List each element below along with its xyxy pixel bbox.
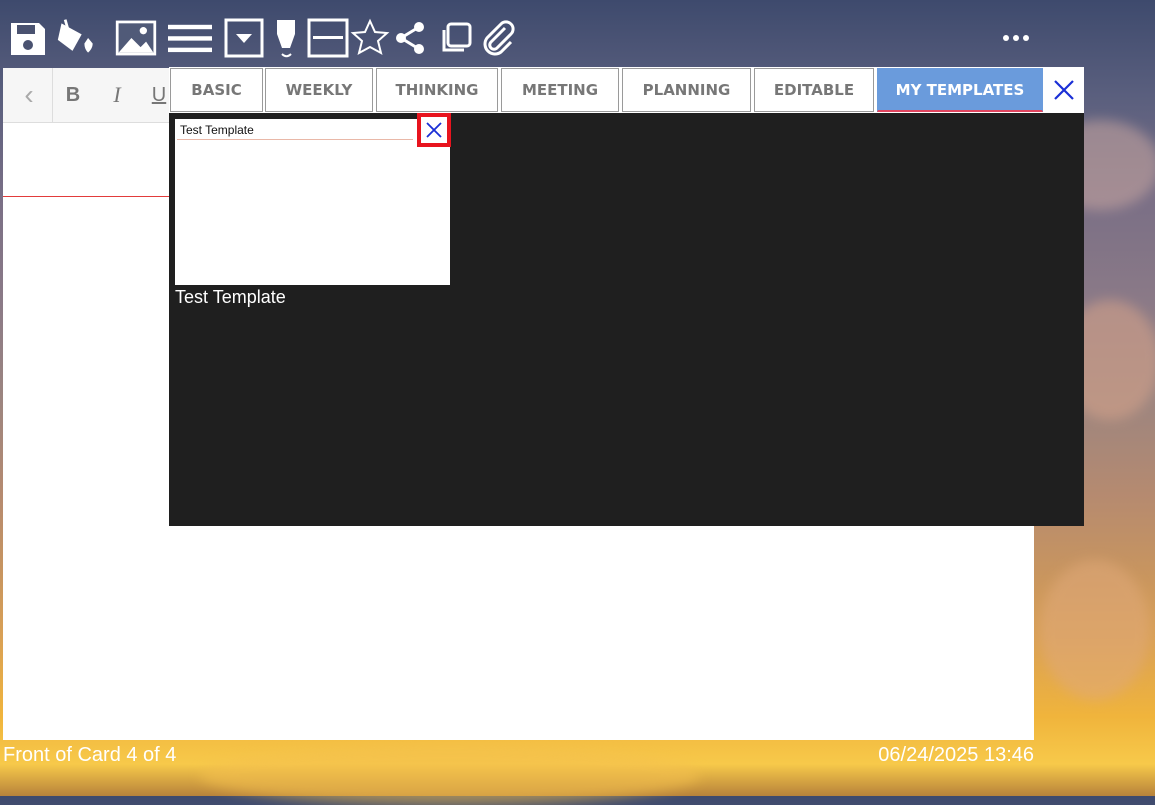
title-underline [3,196,171,197]
background-cloud [200,745,700,805]
template-thumbnail-title: Test Template [180,123,254,137]
timestamp-label: 06/24/2025 13:46 [878,744,1034,766]
copy-icon[interactable] [434,14,478,62]
image-icon[interactable] [114,14,158,62]
delete-template-button[interactable] [417,113,451,147]
template-tabs: BASIC WEEKLY THINKING MEETING PLANNING E… [169,67,1084,113]
templates-panel: BASIC WEEKLY THINKING MEETING PLANNING E… [169,67,1084,526]
back-button[interactable]: ‹ [15,79,43,110]
share-icon[interactable] [388,14,432,62]
lines-icon[interactable] [168,14,212,62]
highlighter-icon[interactable] [264,14,308,62]
horizontal-rule-icon[interactable] [306,14,350,62]
tab-meeting[interactable]: MEETING [501,68,619,112]
tab-basic[interactable]: BASIC [170,68,263,112]
close-icon [426,122,442,138]
bold-button[interactable]: B [59,80,87,110]
tab-editable[interactable]: EDITABLE [754,68,874,112]
tab-my-templates[interactable]: MY TEMPLATES [877,68,1043,112]
tab-planning[interactable]: PLANNING [622,68,751,112]
divider [52,68,53,122]
template-thumbnail-rule [177,139,413,140]
top-toolbar [0,0,1155,66]
template-thumbnail[interactable]: Test Template [175,113,451,285]
paint-bucket-icon[interactable] [56,14,100,62]
tab-thinking[interactable]: THINKING [376,68,498,112]
dropdown-icon[interactable] [222,14,266,62]
tab-weekly[interactable]: WEEKLY [265,68,373,112]
card-position-label: Front of Card 4 of 4 [3,744,177,766]
more-icon[interactable] [994,14,1038,62]
close-icon [1054,80,1074,100]
background-cloud [1040,560,1150,700]
paperclip-icon[interactable] [476,14,520,62]
template-caption: Test Template [175,287,286,307]
save-icon[interactable] [6,14,50,62]
star-icon[interactable] [348,14,392,62]
italic-button[interactable]: I [103,80,131,110]
close-panel-button[interactable] [1045,68,1083,112]
